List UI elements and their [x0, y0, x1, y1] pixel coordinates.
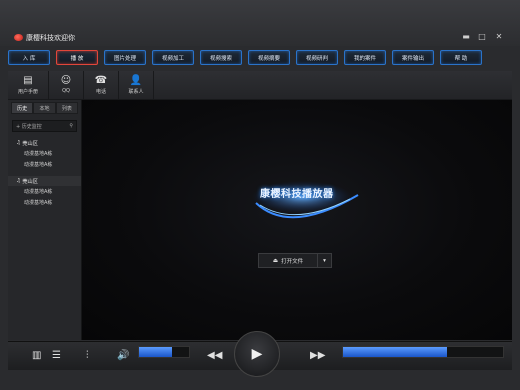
eject-icon: ⏏ [272, 257, 279, 264]
menu-item[interactable]: 视频摘要 [248, 50, 290, 65]
menu-item[interactable]: 案件输出 [392, 50, 434, 65]
menu-item[interactable]: 图片处理 [104, 50, 146, 65]
maximize-icon[interactable]: □ [477, 32, 487, 41]
tool-contact[interactable]: 👤 联系人 [119, 71, 154, 99]
volume-fill [139, 347, 172, 357]
brand-logo: 康樱科技播放器 [250, 175, 370, 235]
play-icon: ▶ [251, 346, 263, 362]
history-search-label: + 历史监控 [16, 123, 42, 130]
contact-icon: 👤 [129, 74, 143, 86]
list-item[interactable]: 动漫基地A栋 [8, 186, 81, 197]
main-menu: 入 库 播 放 图片处理 视频加工 视频搜索 视频摘要 视频研判 我的案件 案件… [8, 50, 482, 66]
tab-local[interactable]: 本地 [33, 102, 56, 114]
fast-forward-icon[interactable]: ▶▶ [310, 350, 325, 361]
toolbar: ▤ 用户手册 ☺ QQ ☎ 电话 👤 联系人 [8, 71, 512, 100]
tab-list[interactable]: 列表 [55, 102, 78, 114]
tool-phone[interactable]: ☎ 电话 [84, 71, 119, 99]
close-icon[interactable]: ✕ [494, 32, 504, 41]
video-viewport[interactable]: 康樱科技播放器 ⏏ 打开文件 ▾ [82, 100, 512, 340]
list-item[interactable]: 动漫基地A栋 [8, 148, 81, 159]
search-icon[interactable]: ⚲ [69, 123, 73, 129]
sidebar-tabs: 历史 本地 列表 [11, 102, 78, 114]
menu-item[interactable]: 视频加工 [152, 50, 194, 65]
tab-history[interactable]: 历史 [11, 102, 34, 114]
camera-group: ♫ 莞山区 动漫基地A栋 动漫基地A栋 [8, 138, 81, 170]
list-item[interactable]: 动漫基地A栋 [8, 159, 81, 170]
menu-item-active[interactable]: 播 放 [56, 50, 98, 65]
volume-slider[interactable] [138, 346, 190, 358]
play-button[interactable]: ▶ [234, 331, 280, 377]
qq-icon: ☺ [60, 75, 72, 86]
progress-fill [343, 347, 447, 357]
chevron-down-icon[interactable]: ▾ [318, 258, 331, 264]
tool-manual[interactable]: ▤ 用户手册 [8, 71, 49, 99]
progress-bar[interactable] [342, 346, 504, 358]
group-header[interactable]: ♫ 莞山区 [8, 176, 81, 186]
open-file-main[interactable]: ⏏ 打开文件 [259, 254, 318, 267]
brand-swoosh [252, 181, 359, 219]
menu-item[interactable]: 我的案件 [344, 50, 386, 65]
app-logo [14, 34, 23, 41]
camera-group: ♫ 莞山区 动漫基地A栋 动漫基地A栋 [8, 176, 81, 208]
manual-icon: ▤ [23, 74, 33, 86]
equalizer-icon[interactable]: ⫶ [86, 350, 89, 361]
brand-name: 康樱科技播放器 [260, 189, 334, 200]
sidebar: 历史 本地 列表 + 历史监控 ⚲ ♫ 莞山区 动漫基地A栋 动漫基地A栋 ♫ … [8, 100, 82, 340]
list-item[interactable]: 动漫基地A栋 [8, 197, 81, 208]
window-title: 康樱科技欢迎你 [26, 34, 75, 42]
rewind-icon[interactable]: ◀◀ [207, 350, 222, 361]
menu-item[interactable]: 帮 助 [440, 50, 482, 65]
history-search[interactable]: + 历史监控 ⚲ [12, 120, 77, 132]
menu-item[interactable]: 入 库 [8, 50, 50, 65]
group-header[interactable]: ♫ 莞山区 [8, 138, 81, 148]
menu-item[interactable]: 视频研判 [296, 50, 338, 65]
grid-view-icon[interactable]: ▥ [32, 350, 41, 361]
volume-icon[interactable]: 🔊 [117, 350, 129, 361]
title-bar: 康樱科技欢迎你 ▬ □ ✕ [0, 0, 520, 46]
tool-qq[interactable]: ☺ QQ [49, 71, 84, 99]
menu-item[interactable]: 视频搜索 [200, 50, 242, 65]
minimize-icon[interactable]: ▬ [461, 32, 471, 41]
open-file-button[interactable]: ⏏ 打开文件 ▾ [258, 253, 332, 268]
list-view-icon[interactable]: ☰ [52, 350, 61, 361]
phone-icon: ☎ [94, 74, 108, 86]
